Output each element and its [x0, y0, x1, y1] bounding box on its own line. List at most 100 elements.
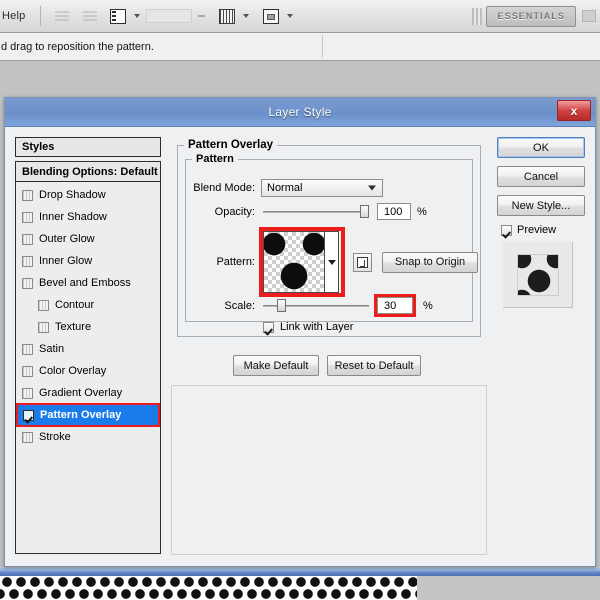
tool-hint-bar: d drag to reposition the pattern. [0, 33, 600, 61]
effect-label: Inner Glow [39, 255, 93, 267]
styles-header[interactable]: Styles [15, 137, 161, 157]
new-style-button[interactable]: New Style... [497, 195, 585, 216]
filmstrip-chevron-down-icon[interactable] [134, 14, 141, 18]
workspace-essentials-button[interactable]: ESSENTIALS [486, 5, 576, 27]
effect-label: Texture [55, 321, 92, 333]
options-blank-field[interactable] [146, 9, 193, 23]
effect-label: Color Overlay [39, 365, 107, 377]
close-icon[interactable]: x [557, 100, 591, 121]
effect-item-inner-shadow[interactable]: Inner Shadow [16, 206, 160, 228]
effect-checkbox[interactable] [22, 343, 33, 355]
opacity-unit: % [417, 205, 427, 218]
cancel-button[interactable]: Cancel [497, 166, 585, 187]
preview-row[interactable]: Preview [501, 224, 591, 236]
effect-label: Satin [39, 343, 65, 355]
opacity-slider-knob[interactable] [360, 204, 369, 218]
align-center-icon[interactable] [80, 6, 100, 26]
filmstrip-icon[interactable] [108, 6, 128, 26]
effect-item-outer-glow[interactable]: Outer Glow [16, 228, 160, 250]
link-with-layer-checkbox[interactable] [263, 321, 274, 333]
effect-item-color-overlay[interactable]: Color Overlay [16, 360, 160, 382]
arrange-chevron-down-icon[interactable] [243, 14, 250, 18]
blend-mode-label: Blend Mode: [193, 182, 255, 194]
options-bar: Help ESSENTIALS [0, 0, 600, 33]
effect-label: Pattern Overlay [40, 409, 122, 421]
link-with-layer-row[interactable]: Link with Layer [263, 321, 353, 333]
opacity-slider[interactable] [263, 204, 369, 219]
effect-item-texture[interactable]: Texture [16, 316, 160, 338]
effect-label: Gradient Overlay [39, 387, 123, 399]
dialog-actions: OK Cancel New Style... Preview [497, 137, 591, 555]
effect-item-inner-glow[interactable]: Inner Glow [16, 250, 160, 272]
effect-item-drop-shadow[interactable]: Drop Shadow [16, 184, 160, 206]
effect-checkbox[interactable] [22, 255, 33, 267]
blend-mode-value: Normal [267, 182, 303, 194]
workspace-more-icon[interactable] [582, 10, 596, 22]
effect-label: Drop Shadow [39, 189, 106, 201]
blending-options-row[interactable]: Blending Options: Default [15, 161, 161, 182]
dialog-titlebar[interactable]: Layer Style x [5, 98, 595, 127]
opacity-row: Opacity: 100 % [193, 203, 481, 220]
pattern-label: Pattern: [216, 256, 255, 268]
effect-label: Stroke [39, 431, 71, 443]
opacity-slider-track [263, 210, 369, 213]
preview-label: Preview [517, 224, 557, 236]
blend-mode-row: Blend Mode: Normal [193, 179, 481, 197]
align-left-icon[interactable] [52, 6, 72, 26]
scale-input[interactable]: 30 [374, 294, 416, 317]
pattern-picker[interactable] [259, 227, 345, 297]
effect-checkbox[interactable] [22, 233, 33, 245]
defaults-row: Make Default Reset to Default [233, 355, 421, 376]
blend-mode-select[interactable]: Normal [261, 179, 383, 197]
scale-unit: % [423, 299, 433, 312]
pattern-overlay-panel: Pattern Overlay Pattern Blend Mode: Norm… [171, 137, 487, 555]
effect-checkbox[interactable] [23, 409, 34, 421]
effect-item-bevel-and-emboss[interactable]: Bevel and Emboss [16, 272, 160, 294]
effect-label: Inner Shadow [39, 211, 107, 223]
screen-mode-icon[interactable] [261, 6, 281, 26]
dialog-body: Styles Blending Options: Default Drop Sh… [5, 127, 595, 567]
effect-checkbox[interactable] [22, 387, 33, 399]
link-with-layer-label: Link with Layer [280, 321, 354, 333]
effect-label: Outer Glow [39, 233, 95, 245]
effect-item-stroke[interactable]: Stroke [16, 426, 160, 448]
document-canvas-empty-area [417, 576, 600, 600]
opacity-input[interactable]: 100 [377, 203, 411, 220]
pattern-row: Pattern: Snap to Origin [193, 227, 481, 297]
scale-slider-knob[interactable] [277, 298, 286, 312]
effect-item-contour[interactable]: Contour [16, 294, 160, 316]
dialog-title: Layer Style [268, 105, 332, 119]
tool-hint-text: d drag to reposition the pattern. [1, 40, 154, 53]
effect-checkbox[interactable] [22, 365, 33, 377]
scale-slider[interactable] [263, 298, 369, 313]
effect-item-satin[interactable]: Satin [16, 338, 160, 360]
effect-item-gradient-overlay[interactable]: Gradient Overlay [16, 382, 160, 404]
effect-checkbox[interactable] [22, 211, 33, 223]
document-window-titlebar[interactable] [0, 568, 600, 576]
preview-checkbox[interactable] [501, 224, 512, 236]
effect-checkbox[interactable] [22, 431, 33, 443]
menu-item-help[interactable]: Help [0, 10, 25, 22]
pattern-picker-dropdown[interactable] [325, 231, 339, 293]
effect-label: Bevel and Emboss [39, 277, 131, 289]
effect-checkbox[interactable] [22, 189, 33, 201]
arrange-documents-icon[interactable] [217, 6, 237, 26]
screen-mode-chevron-down-icon[interactable] [287, 14, 294, 18]
reset-to-default-button[interactable]: Reset to Default [327, 355, 421, 376]
chevron-down-icon [368, 185, 376, 191]
ok-button[interactable]: OK [497, 137, 585, 158]
styles-panel: Styles Blending Options: Default Drop Sh… [15, 137, 161, 555]
make-default-button[interactable]: Make Default [233, 355, 319, 376]
snap-to-origin-button[interactable]: Snap to Origin [382, 251, 478, 273]
preview-thumbnail [516, 253, 559, 296]
chevron-down-icon [327, 259, 336, 265]
workspace-area: ESSENTIALS [472, 5, 600, 27]
options-dash-icon [198, 15, 206, 17]
effect-item-pattern-overlay[interactable]: Pattern Overlay [16, 403, 160, 427]
effect-checkbox[interactable] [22, 277, 33, 289]
pattern-swatch[interactable] [263, 231, 325, 293]
effect-checkbox[interactable] [38, 321, 49, 333]
effect-checkbox[interactable] [38, 299, 49, 311]
create-new-preset-button[interactable] [353, 252, 372, 272]
scale-row: Scale: 30 % [193, 294, 481, 317]
